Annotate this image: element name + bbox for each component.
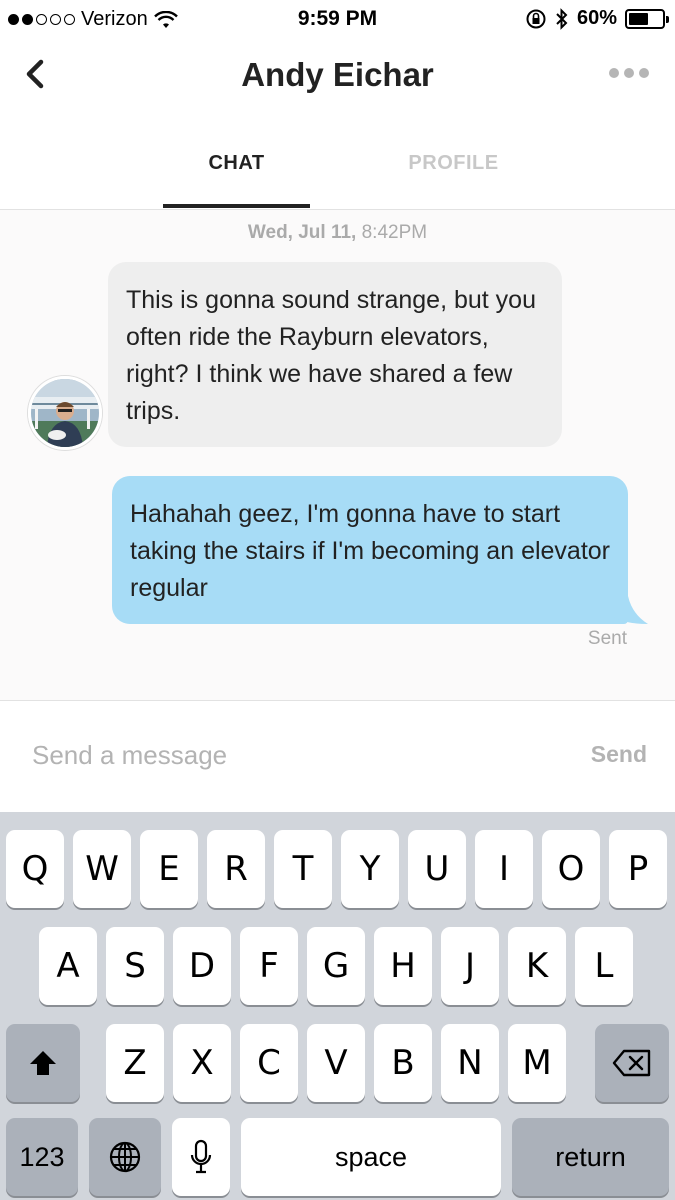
tab-bar: CHAT PROFILE xyxy=(0,132,675,210)
keyboard: Q W E R T Y U I O P A S D F G H J K L Z … xyxy=(0,812,675,1200)
bluetooth-icon xyxy=(556,7,568,30)
message-thread[interactable]: Wed, Jul 11, 8:42PM This is gonna sound … xyxy=(0,210,675,700)
active-tab-indicator xyxy=(163,204,310,208)
bubble-tail xyxy=(612,596,648,624)
key-c[interactable]: C xyxy=(240,1024,298,1102)
key-j[interactable]: J xyxy=(441,927,499,1005)
delivery-status: Sent xyxy=(587,628,627,649)
shift-arrow-icon xyxy=(30,1051,56,1075)
key-p[interactable]: P xyxy=(609,830,667,908)
battery-percent: 60% xyxy=(576,7,617,29)
tab-chat[interactable]: CHAT xyxy=(163,152,310,175)
key-f[interactable]: F xyxy=(240,927,298,1005)
more-dots-icon[interactable] xyxy=(609,68,649,78)
key-g[interactable]: G xyxy=(307,927,365,1005)
numbers-key[interactable]: 123 xyxy=(6,1118,78,1196)
key-a[interactable]: A xyxy=(39,927,97,1005)
dictation-key[interactable] xyxy=(172,1118,230,1196)
key-r[interactable]: R xyxy=(207,830,265,908)
shift-key[interactable] xyxy=(6,1024,80,1102)
incoming-message-bubble[interactable]: This is gonna sound strange, but you oft… xyxy=(108,262,562,447)
return-key[interactable]: return xyxy=(512,1118,669,1196)
nav-header: Andy Eichar xyxy=(0,38,675,118)
avatar[interactable] xyxy=(28,376,102,450)
space-key[interactable]: space xyxy=(241,1118,501,1196)
key-s[interactable]: S xyxy=(106,927,164,1005)
message-date: Wed, Jul 11, xyxy=(247,222,357,243)
battery-icon xyxy=(625,8,669,29)
tab-profile[interactable]: PROFILE xyxy=(380,152,527,175)
key-k[interactable]: K xyxy=(508,927,566,1005)
key-u[interactable]: U xyxy=(408,830,466,908)
message-time: 8:42PM xyxy=(361,222,428,243)
key-n[interactable]: N xyxy=(441,1024,499,1102)
key-z[interactable]: Z xyxy=(106,1024,164,1102)
key-d[interactable]: D xyxy=(173,927,231,1005)
microphone-icon xyxy=(190,1139,212,1174)
key-o[interactable]: O xyxy=(542,830,600,908)
key-y[interactable]: Y xyxy=(341,830,399,908)
key-q[interactable]: Q xyxy=(6,830,64,908)
key-w[interactable]: W xyxy=(73,830,131,908)
backspace-icon xyxy=(612,1049,651,1077)
message-timestamp: Wed, Jul 11, 8:42PM xyxy=(0,222,675,244)
key-l[interactable]: L xyxy=(575,927,633,1005)
globe-key[interactable] xyxy=(89,1118,161,1196)
conversation-title: Andy Eichar xyxy=(241,56,434,93)
key-t[interactable]: T xyxy=(274,830,332,908)
rotation-lock-icon xyxy=(526,9,546,28)
key-x[interactable]: X xyxy=(173,1024,231,1102)
message-composer: Send xyxy=(0,700,675,812)
key-m[interactable]: M xyxy=(508,1024,566,1102)
key-e[interactable]: E xyxy=(140,830,198,908)
send-button[interactable]: Send xyxy=(591,741,647,768)
key-b[interactable]: B xyxy=(374,1024,432,1102)
outgoing-message-bubble[interactable]: Hahahah geez, I'm gonna have to start ta… xyxy=(112,476,628,624)
key-i[interactable]: I xyxy=(475,830,533,908)
message-input[interactable] xyxy=(32,735,532,775)
delete-key[interactable] xyxy=(595,1024,669,1102)
key-v[interactable]: V xyxy=(307,1024,365,1102)
key-h[interactable]: H xyxy=(374,927,432,1005)
globe-icon xyxy=(109,1141,141,1173)
status-bar: Verizon 9:59 PM 60% xyxy=(0,0,675,38)
